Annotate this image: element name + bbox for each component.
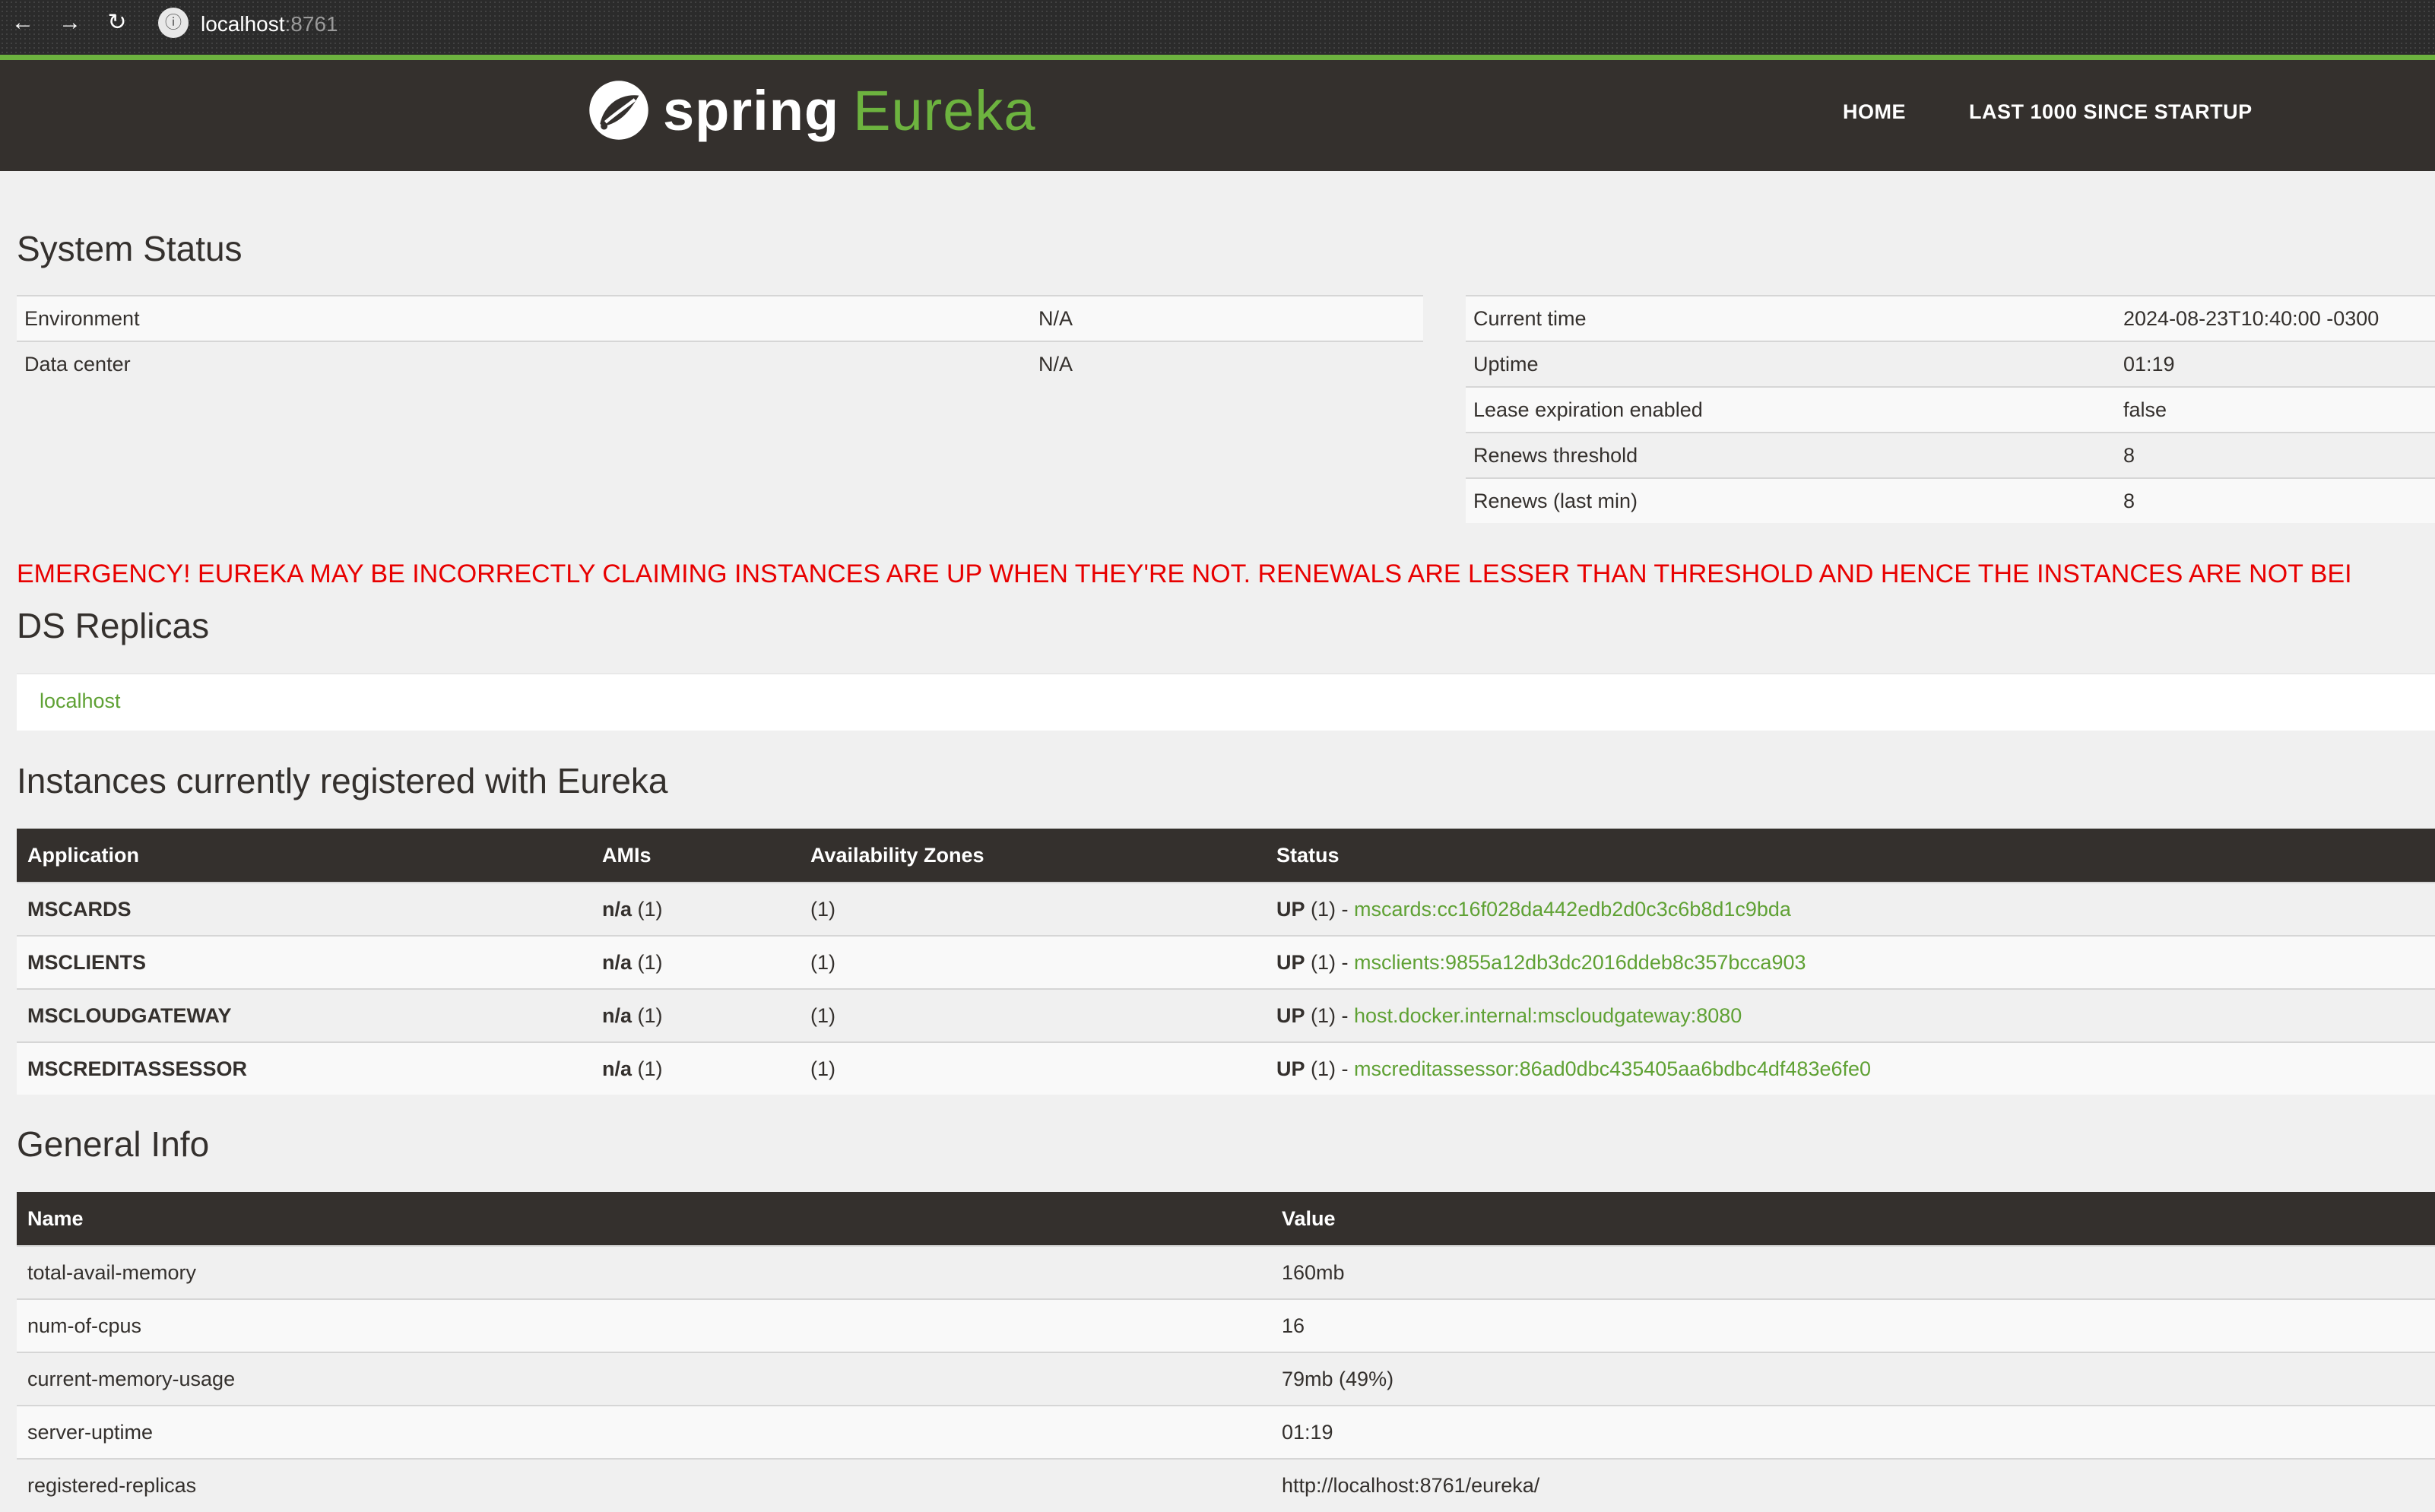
address-bar[interactable]: localhost:8761 [201, 9, 338, 40]
status-value: N/A [1031, 295, 1423, 341]
info-value: 79mb (49%) [1271, 1352, 2435, 1406]
site-info-icon[interactable]: ⓘ [158, 8, 189, 38]
app-name: MSCARDS [17, 882, 591, 936]
table-row: MSCREDITASSESSOR n/a (1) (1) UP (1) - ms… [17, 1041, 2435, 1095]
app-name: MSCLOUDGATEWAY [17, 988, 591, 1042]
ami-cell: n/a (1) [591, 882, 800, 936]
nav-last-1000-link[interactable]: LAST 1000 SINCE STARTUP [1969, 100, 2253, 124]
status-label: Data center [17, 341, 1031, 386]
status-label: Uptime [1466, 341, 2116, 387]
table-row: num-of-cpus 16 [17, 1298, 2435, 1352]
table-row: Renews (last min) 8 [1466, 477, 2435, 523]
table-row: MSCLIENTS n/a (1) (1) UP (1) - msclients… [17, 935, 2435, 989]
status-value: 2024-08-23T10:40:00 -0300 [2116, 295, 2435, 341]
ds-replicas-heading: DS Replicas [17, 606, 210, 645]
instance-link[interactable]: msclients:9855a12db3dc2016ddeb8c357bcca9… [1354, 951, 1806, 974]
nav-home-link[interactable]: HOME [1843, 100, 1906, 124]
status-cell: UP (1) - msclients:9855a12db3dc2016ddeb8… [1266, 935, 2435, 989]
replica-link[interactable]: localhost [40, 689, 121, 713]
table-row: registered-replicas http://localhost:876… [17, 1458, 2435, 1511]
system-status-left-table: Environment N/A Data center N/A [17, 295, 1423, 386]
status-value: N/A [1031, 341, 1423, 386]
ami-cell: n/a (1) [591, 1041, 800, 1095]
instances-heading: Instances currently registered with Eure… [17, 761, 668, 800]
info-name: total-avail-memory [17, 1245, 1271, 1299]
forward-arrow-icon[interactable]: → [53, 6, 87, 40]
info-value: 01:19 [1271, 1405, 2435, 1459]
accent-line [0, 55, 2435, 60]
status-value: 8 [2116, 432, 2435, 478]
column-header: Availability Zones [800, 829, 1266, 883]
table-row: Current time 2024-08-23T10:40:00 -0300 [1466, 295, 2435, 341]
app-name: MSCREDITASSESSOR [17, 1041, 591, 1095]
url-host: localhost [201, 12, 285, 36]
instance-link[interactable]: mscards:cc16f028da442edb2d0c3c6b8d1c9bda [1354, 898, 1791, 921]
app-name: MSCLIENTS [17, 935, 591, 989]
instances-table: Application AMIs Availability Zones Stat… [17, 829, 2435, 1095]
column-header: Name [17, 1192, 1271, 1246]
url-port: :8761 [284, 12, 338, 36]
zone-cell: (1) [800, 882, 1266, 936]
column-header: Value [1271, 1192, 2435, 1246]
table-row: Data center N/A [17, 341, 1423, 386]
browser-toolbar: ← → ↻ ⓘ localhost:8761 [0, 0, 2435, 55]
instance-link[interactable]: host.docker.internal:mscloudgateway:8080 [1354, 1004, 1742, 1027]
table-header-row: Application AMIs Availability Zones Stat… [17, 829, 2435, 883]
general-info-table: Name Value total-avail-memory 160mb num-… [17, 1192, 2435, 1511]
status-cell: UP (1) - mscreditassessor:86ad0dbc435405… [1266, 1041, 2435, 1095]
table-row: Lease expiration enabled false [1466, 386, 2435, 433]
status-cell: UP (1) - host.docker.internal:mscloudgat… [1266, 988, 2435, 1042]
column-header: Application [17, 829, 591, 883]
table-header-row: Name Value [17, 1192, 2435, 1246]
table-row: MSCLOUDGATEWAY n/a (1) (1) UP (1) - host… [17, 988, 2435, 1042]
ami-cell: n/a (1) [591, 988, 800, 1042]
system-status-right-table: Current time 2024-08-23T10:40:00 -0300 U… [1466, 295, 2435, 523]
status-label: Lease expiration enabled [1466, 386, 2116, 433]
logo-spring-text: spring [663, 78, 840, 142]
info-value: http://localhost:8761/eureka/ [1271, 1458, 2435, 1511]
status-label: Renews (last min) [1466, 477, 2116, 523]
general-info-heading: General Info [17, 1124, 210, 1164]
spring-leaf-icon [589, 81, 648, 140]
column-header: AMIs [591, 829, 800, 883]
status-value: 8 [2116, 477, 2435, 523]
table-row: current-memory-usage 79mb (49%) [17, 1352, 2435, 1406]
status-value: false [2116, 386, 2435, 433]
ds-replicas-list: localhost [17, 674, 2435, 731]
info-name: server-uptime [17, 1405, 1271, 1459]
table-row: total-avail-memory 160mb [17, 1245, 2435, 1299]
info-value: 16 [1271, 1298, 2435, 1352]
spring-eureka-logo[interactable]: spring Eureka [585, 76, 1036, 144]
table-row: Uptime 01:19 [1466, 341, 2435, 387]
instance-link[interactable]: mscreditassessor:86ad0dbc435405aa6bdbc4d… [1354, 1057, 1871, 1080]
zone-cell: (1) [800, 935, 1266, 989]
info-name: registered-replicas [17, 1458, 1271, 1511]
status-cell: UP (1) - mscards:cc16f028da442edb2d0c3c6… [1266, 882, 2435, 936]
logo-eureka-text: Eureka [853, 78, 1036, 142]
info-name: current-memory-usage [17, 1352, 1271, 1406]
ami-cell: n/a (1) [591, 935, 800, 989]
zone-cell: (1) [800, 1041, 1266, 1095]
system-status-heading: System Status [17, 229, 243, 268]
status-label: Current time [1466, 295, 2116, 341]
table-row: Renews threshold 8 [1466, 432, 2435, 478]
info-name: num-of-cpus [17, 1298, 1271, 1352]
table-row: MSCARDS n/a (1) (1) UP (1) - mscards:cc1… [17, 882, 2435, 936]
emergency-warning: EMERGENCY! EUREKA MAY BE INCORRECTLY CLA… [17, 559, 2352, 588]
status-value: 01:19 [2116, 341, 2435, 387]
info-value: 160mb [1271, 1245, 2435, 1299]
zone-cell: (1) [800, 988, 1266, 1042]
column-header: Status [1266, 829, 2435, 883]
status-label: Renews threshold [1466, 432, 2116, 478]
reload-icon[interactable]: ↻ [100, 6, 134, 40]
table-row: server-uptime 01:19 [17, 1405, 2435, 1459]
table-row: Environment N/A [17, 295, 1423, 341]
back-arrow-icon[interactable]: ← [6, 6, 40, 40]
status-label: Environment [17, 295, 1031, 341]
